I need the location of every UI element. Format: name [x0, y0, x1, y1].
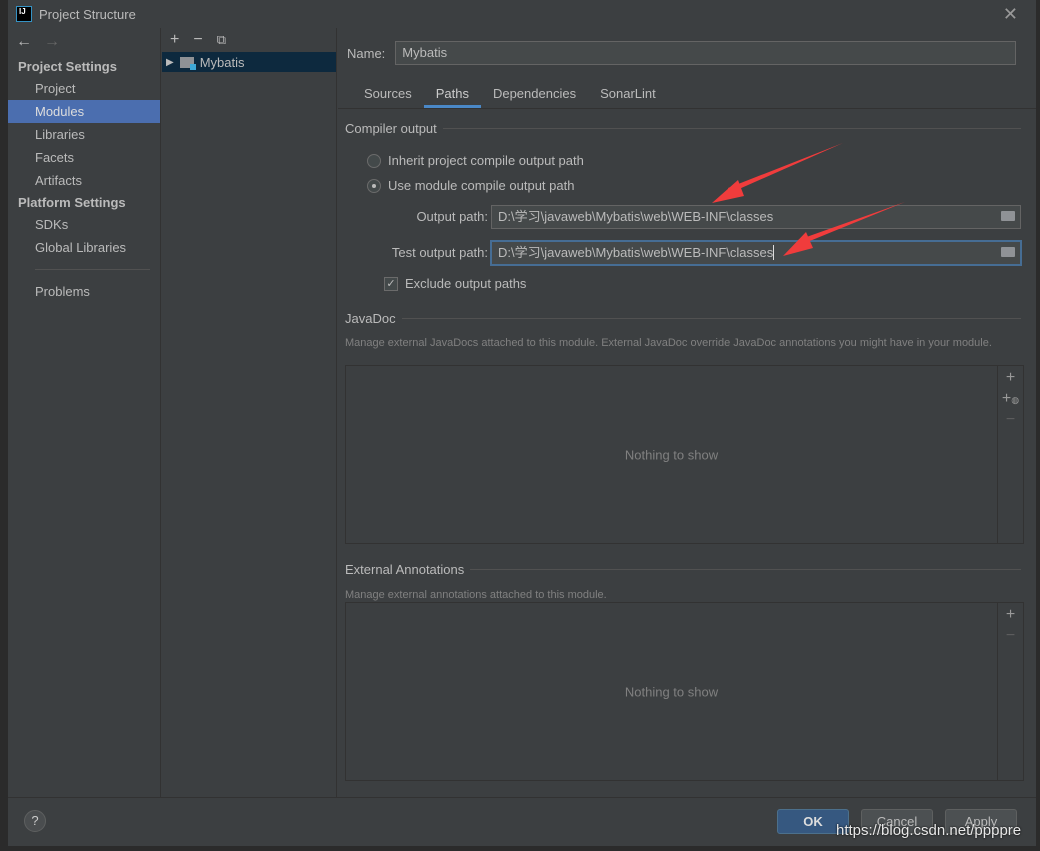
- annotation-arrows: [712, 143, 905, 256]
- red-arrow-1: [712, 143, 843, 203]
- red-arrow-2: [783, 202, 905, 256]
- watermark: https://blog.csdn.net/ppppre: [836, 822, 1022, 839]
